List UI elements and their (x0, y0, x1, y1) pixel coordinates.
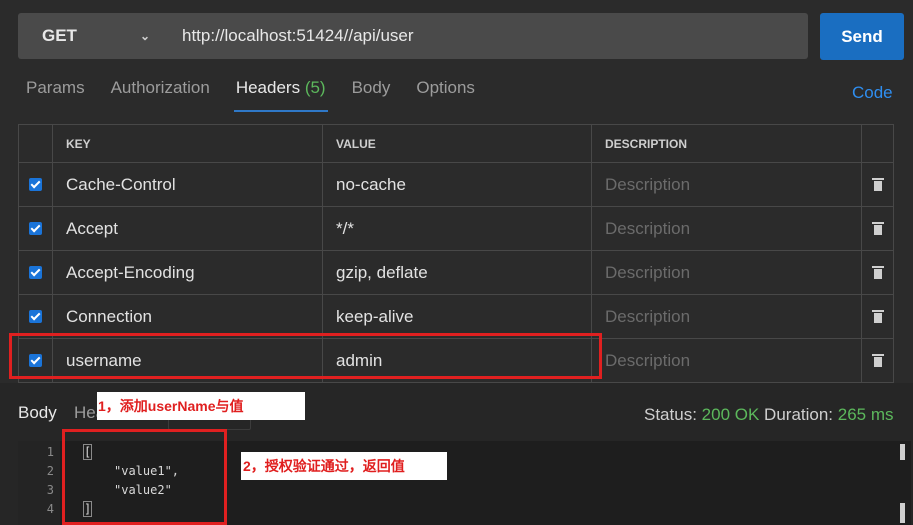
table-header-row: KEY VALUE DESCRIPTION (18, 125, 894, 163)
line-number: 2 (46, 464, 54, 478)
header-value-input[interactable]: no-cache (322, 163, 591, 206)
row-checkbox-cell (18, 251, 52, 294)
header-checkbox-cell (18, 125, 52, 162)
tab-authorization[interactable]: Authorization (111, 78, 210, 112)
row-checkbox-cell (18, 295, 52, 338)
status-label: Status: (644, 405, 697, 424)
row-checkbox[interactable] (29, 178, 42, 191)
column-header-value: VALUE (322, 125, 591, 162)
row-checkbox-cell (18, 163, 52, 206)
row-checkbox[interactable] (29, 222, 42, 235)
tab-label: Options (416, 78, 475, 97)
row-delete-cell (861, 163, 894, 206)
headers-count-badge: (5) (304, 78, 326, 97)
send-button[interactable]: Send (820, 13, 904, 60)
table-row: Accept */* Description (18, 207, 894, 251)
header-description-input[interactable]: Description (591, 295, 861, 338)
request-tabs: Params Authorization Headers (5) Body Op… (26, 78, 475, 112)
header-description-input[interactable]: Description (591, 339, 861, 382)
trash-icon[interactable] (871, 178, 884, 191)
column-header-key: KEY (52, 125, 322, 162)
header-key-input[interactable]: Cache-Control (52, 163, 322, 206)
trash-icon[interactable] (871, 310, 884, 323)
header-value-input[interactable]: gzip, deflate (322, 251, 591, 294)
tab-label: Params (26, 78, 85, 97)
annotation-highlight-username-row (9, 333, 602, 379)
row-delete-cell (861, 207, 894, 250)
tab-body[interactable]: Body (352, 78, 391, 112)
tab-options[interactable]: Options (416, 78, 475, 112)
url-bar: GET ⌄ http://localhost:51424//api/user (18, 13, 808, 59)
duration-label: Duration: (764, 405, 834, 424)
scrollbar-thumb[interactable] (900, 503, 905, 523)
line-number-gutter: 1 2 3 4 (18, 441, 60, 525)
status-value: 200 OK (701, 405, 760, 424)
row-delete-cell (861, 295, 894, 338)
header-description-input[interactable]: Description (591, 251, 861, 294)
header-key-input[interactable]: Accept (52, 207, 322, 250)
line-number: 1 (46, 445, 54, 459)
annotation-note-2: 2，授权验证通过，返回值 (241, 452, 447, 480)
chevron-down-icon: ⌄ (139, 29, 150, 43)
annotation-note-1: 1，添加userName与值 (97, 392, 305, 420)
table-row: Cache-Control no-cache Description (18, 163, 894, 207)
header-value-input[interactable]: */* (322, 207, 591, 250)
line-number: 3 (46, 483, 54, 497)
method-select[interactable]: GET ⌄ (18, 13, 168, 59)
header-delete-cell (861, 125, 894, 162)
line-number: 4 (46, 502, 54, 516)
row-checkbox[interactable] (29, 310, 42, 323)
row-delete-cell (861, 339, 894, 382)
header-description-input[interactable]: Description (591, 207, 861, 250)
tab-response-body[interactable]: Body (18, 403, 57, 423)
code-link[interactable]: Code (852, 83, 893, 103)
row-checkbox[interactable] (29, 266, 42, 279)
duration-value: 265 ms (837, 405, 894, 424)
table-row: Accept-Encoding gzip, deflate Descriptio… (18, 251, 894, 295)
row-checkbox-cell (18, 207, 52, 250)
row-delete-cell (861, 251, 894, 294)
column-header-description: DESCRIPTION (591, 125, 861, 162)
trash-icon[interactable] (871, 266, 884, 279)
tab-label: Body (351, 78, 391, 97)
tab-params[interactable]: Params (26, 78, 85, 112)
header-key-input[interactable]: Connection (52, 295, 322, 338)
trash-icon[interactable] (871, 222, 884, 235)
header-description-input[interactable]: Description (591, 163, 861, 206)
annotation-highlight-response (62, 429, 227, 525)
method-label: GET (42, 26, 77, 45)
scrollbar-thumb[interactable] (900, 444, 905, 460)
tab-headers[interactable]: Headers (5) (233, 78, 328, 112)
response-status: Status: 200 OK Duration: 265 ms (644, 405, 894, 425)
tab-label: Headers (235, 78, 301, 97)
tab-response-headers[interactable]: Headers (74, 403, 98, 423)
url-input[interactable]: http://localhost:51424//api/user (168, 26, 414, 46)
tab-label: Authorization (110, 78, 210, 97)
trash-icon[interactable] (871, 354, 884, 367)
header-value-input[interactable]: keep-alive (322, 295, 591, 338)
header-key-input[interactable]: Accept-Encoding (52, 251, 322, 294)
